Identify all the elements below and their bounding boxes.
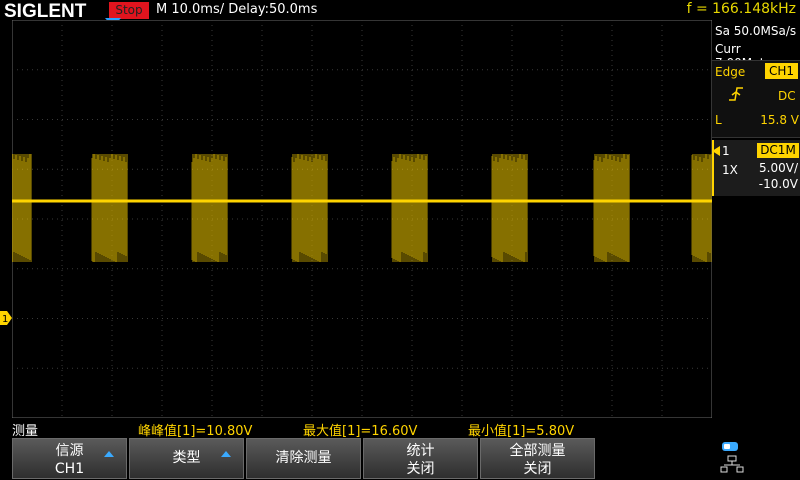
up-arrow-icon [104, 451, 114, 457]
sample-rate: Sa 50.0MSa/s [715, 24, 797, 38]
softkey-clear-measure[interactable]: 清除测量 [246, 438, 361, 479]
trigger-source: CH1 [765, 63, 798, 79]
rising-edge-icon [729, 87, 743, 101]
up-arrow-icon [221, 451, 231, 457]
softkey-all-measure[interactable]: 全部测量 关闭 [480, 438, 595, 479]
frequency-counter: f = 166.148kHz [686, 1, 796, 17]
softkey-source[interactable]: 信源 CH1 [12, 438, 127, 479]
network-status-icon [720, 442, 744, 473]
trigger-level-label: L [715, 113, 722, 127]
timebase-readout[interactable]: M 10.0ms/ Delay:50.0ms [156, 2, 317, 17]
run-stop-status[interactable]: Stop [109, 2, 149, 19]
channel1-number: 1 [722, 144, 730, 158]
trigger-coupling: DC [778, 89, 796, 103]
channel1-probe: 1X [722, 163, 738, 177]
softkey-type[interactable]: 类型 [129, 438, 244, 479]
channel1-offset: -10.0V [758, 177, 798, 191]
trigger-level: 15.8 V [760, 113, 799, 127]
softkey-statistics[interactable]: 统计 关闭 [363, 438, 478, 479]
channel1-ground-marker-icon[interactable]: 1 [0, 311, 12, 325]
svg-text:1: 1 [2, 314, 8, 325]
waveform-display[interactable] [12, 20, 712, 418]
channel1-coupling: DC1M [757, 143, 799, 158]
trigger-type: Edge [715, 65, 746, 79]
channel1-volts-per-div: 5.00V/ [759, 161, 798, 175]
channel-indicator-icon [712, 146, 720, 156]
